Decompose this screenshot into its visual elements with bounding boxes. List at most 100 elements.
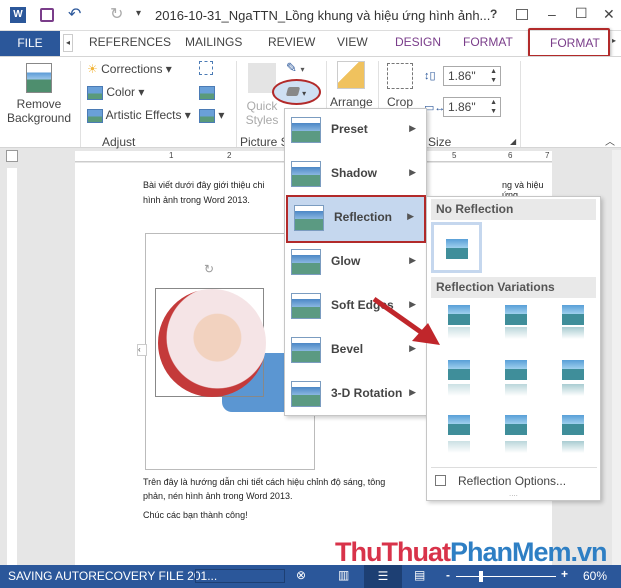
ribbon-display-icon[interactable] <box>516 9 528 20</box>
reflection-preview <box>562 441 584 453</box>
reflection-variation-option[interactable] <box>558 303 588 345</box>
print-layout-icon[interactable]: ☰ <box>364 565 402 588</box>
tab-view[interactable]: VIEW <box>337 35 368 49</box>
reflection-variation-option[interactable] <box>501 413 531 455</box>
vertical-ruler[interactable] <box>7 168 17 565</box>
ruler-label: 2 <box>227 151 233 160</box>
zoom-in-button[interactable]: + <box>561 567 568 581</box>
menu-label: Shadow <box>331 166 378 180</box>
crop-label: Crop <box>386 95 413 109</box>
reflection-variation-option[interactable] <box>501 303 531 345</box>
artistic-effects-label: Artistic Effects <box>105 108 182 122</box>
tab-file[interactable]: FILE <box>0 31 60 56</box>
document-title: 2016-10-31_NgaTTN_Lồng khung và hiệu ứng… <box>155 8 491 23</box>
reset-picture-icon[interactable]: ▾ <box>199 108 224 123</box>
layout-collapse-icon[interactable]: ‹ <box>137 344 147 356</box>
picture-effects-button[interactable]: ▾ <box>272 79 321 105</box>
tab-format-drawing[interactable]: FORMAT <box>463 35 513 49</box>
vertical-scrollbar[interactable] <box>612 150 621 565</box>
menu-item-3d-rotation[interactable]: 3-D Rotation ▶ <box>285 373 426 417</box>
no-reflection-header: No Reflection <box>431 199 596 220</box>
tabs-scroll-right[interactable]: ▸ <box>612 36 616 45</box>
zoom-slider[interactable] <box>456 571 556 582</box>
close-button[interactable]: ✕ <box>603 6 615 23</box>
divider <box>80 61 81 147</box>
width-input[interactable]: 1.86" ▲ ▼ <box>443 97 501 117</box>
compress-pictures-icon[interactable] <box>199 61 213 75</box>
redo-icon[interactable]: ↻ <box>110 4 123 24</box>
tab-mailings[interactable]: MAILINGS <box>185 35 242 49</box>
shadow-icon <box>291 161 321 187</box>
tab-selector[interactable] <box>6 150 18 162</box>
zoom-out-button[interactable]: - <box>446 568 450 582</box>
tab-design[interactable]: DESIGN <box>395 35 441 49</box>
menu-label: 3-D Rotation <box>331 386 403 400</box>
reflection-preview <box>448 441 470 453</box>
reflection-variation-option[interactable] <box>501 358 531 400</box>
undo-icon[interactable]: ↶ <box>68 4 81 24</box>
tab-references[interactable]: REFERENCES <box>89 35 171 49</box>
preset-icon <box>291 117 321 143</box>
submenu-arrow-icon: ▶ <box>407 211 414 221</box>
remove-background-label-1: Remove <box>16 97 62 111</box>
arrange-button[interactable]: Arrange <box>330 61 373 109</box>
collapse-ribbon-icon[interactable]: ︿ <box>605 133 615 148</box>
no-reflection-option[interactable] <box>431 222 482 273</box>
height-input[interactable]: 1.86" ▲ ▼ <box>443 66 501 86</box>
thumbnail-icon <box>448 303 470 325</box>
picture-border-button[interactable]: ✎ ▾ <box>286 60 305 76</box>
rotate-handle-icon[interactable]: ↻ <box>204 262 214 276</box>
reflection-variation-option[interactable] <box>444 413 474 455</box>
save-icon[interactable] <box>40 8 54 22</box>
artistic-effects-button[interactable]: Artistic Effects ▾ <box>87 108 191 123</box>
quick-styles-label-1: Quick <box>246 99 278 113</box>
cancel-save-icon[interactable]: ⊗ <box>296 568 306 582</box>
resize-grip[interactable]: .... <box>509 489 518 498</box>
menu-label: Bevel <box>331 342 364 356</box>
picture-effects-menu: Preset ▶ Shadow ▶ Reflection ▶ Glow ▶ Soft E… <box>284 108 427 416</box>
help-button[interactable]: ? <box>490 7 497 21</box>
tab-format-picture[interactable]: FORMAT <box>528 28 610 57</box>
tab-review[interactable]: REVIEW <box>268 35 315 49</box>
adjust-group-label: Adjust <box>102 135 136 149</box>
soft-edges-icon <box>291 293 321 319</box>
word-icon: W <box>10 7 26 23</box>
read-mode-icon[interactable]: ▥ <box>338 568 349 582</box>
reflection-variation-option[interactable] <box>558 358 588 400</box>
arrange-icon <box>337 61 365 89</box>
zoom-slider-thumb[interactable] <box>479 571 483 582</box>
reflection-preview <box>448 327 470 339</box>
status-bar: SAVING AUTORECOVERY FILE 201... ⊗ ▥ ☰ ▤ … <box>0 565 621 588</box>
size-dialog-launcher[interactable]: ◢ <box>510 137 516 146</box>
crop-button[interactable]: Crop <box>382 63 418 109</box>
sun-icon: ☀ <box>87 62 98 76</box>
change-picture-icon[interactable] <box>199 85 215 100</box>
submenu-arrow-icon: ▶ <box>409 123 416 133</box>
quick-styles-label-2: Styles <box>245 113 279 127</box>
ruler-label: 5 <box>452 151 458 160</box>
corrections-button[interactable]: ☀ Corrections ▾ <box>87 62 172 76</box>
menu-item-reflection[interactable]: Reflection ▶ <box>286 195 426 243</box>
baby-photo[interactable] <box>158 289 266 397</box>
zoom-level[interactable]: 60% <box>583 569 607 583</box>
qat-customize-icon[interactable]: ▾ <box>136 8 141 19</box>
height-icon: ↕▯ <box>424 70 436 82</box>
reflection-submenu: No Reflection Reflection Variations Refl… <box>426 196 601 501</box>
reflection-preview <box>505 327 527 339</box>
reflection-variation-option[interactable] <box>444 358 474 400</box>
remove-background-label-2: Background <box>6 111 72 125</box>
doc-paragraph-3: Chúc các bạn thành công! <box>143 510 248 520</box>
tabs-scroll-left[interactable]: ◂ <box>63 34 73 52</box>
divider <box>520 61 521 147</box>
menu-item-preset[interactable]: Preset ▶ <box>285 109 426 153</box>
menu-item-shadow[interactable]: Shadow ▶ <box>285 153 426 197</box>
maximize-button[interactable]: ☐ <box>575 5 588 22</box>
thumbnail-icon <box>562 358 584 380</box>
web-layout-icon[interactable]: ▤ <box>414 568 425 582</box>
remove-background-button[interactable]: Remove Background <box>5 61 73 129</box>
reflection-variation-option[interactable] <box>558 413 588 455</box>
menu-item-glow[interactable]: Glow ▶ <box>285 241 426 285</box>
minimize-button[interactable]: – <box>548 6 556 22</box>
color-button[interactable]: Color ▾ <box>87 85 144 100</box>
artistic-effects-icon <box>87 108 103 123</box>
